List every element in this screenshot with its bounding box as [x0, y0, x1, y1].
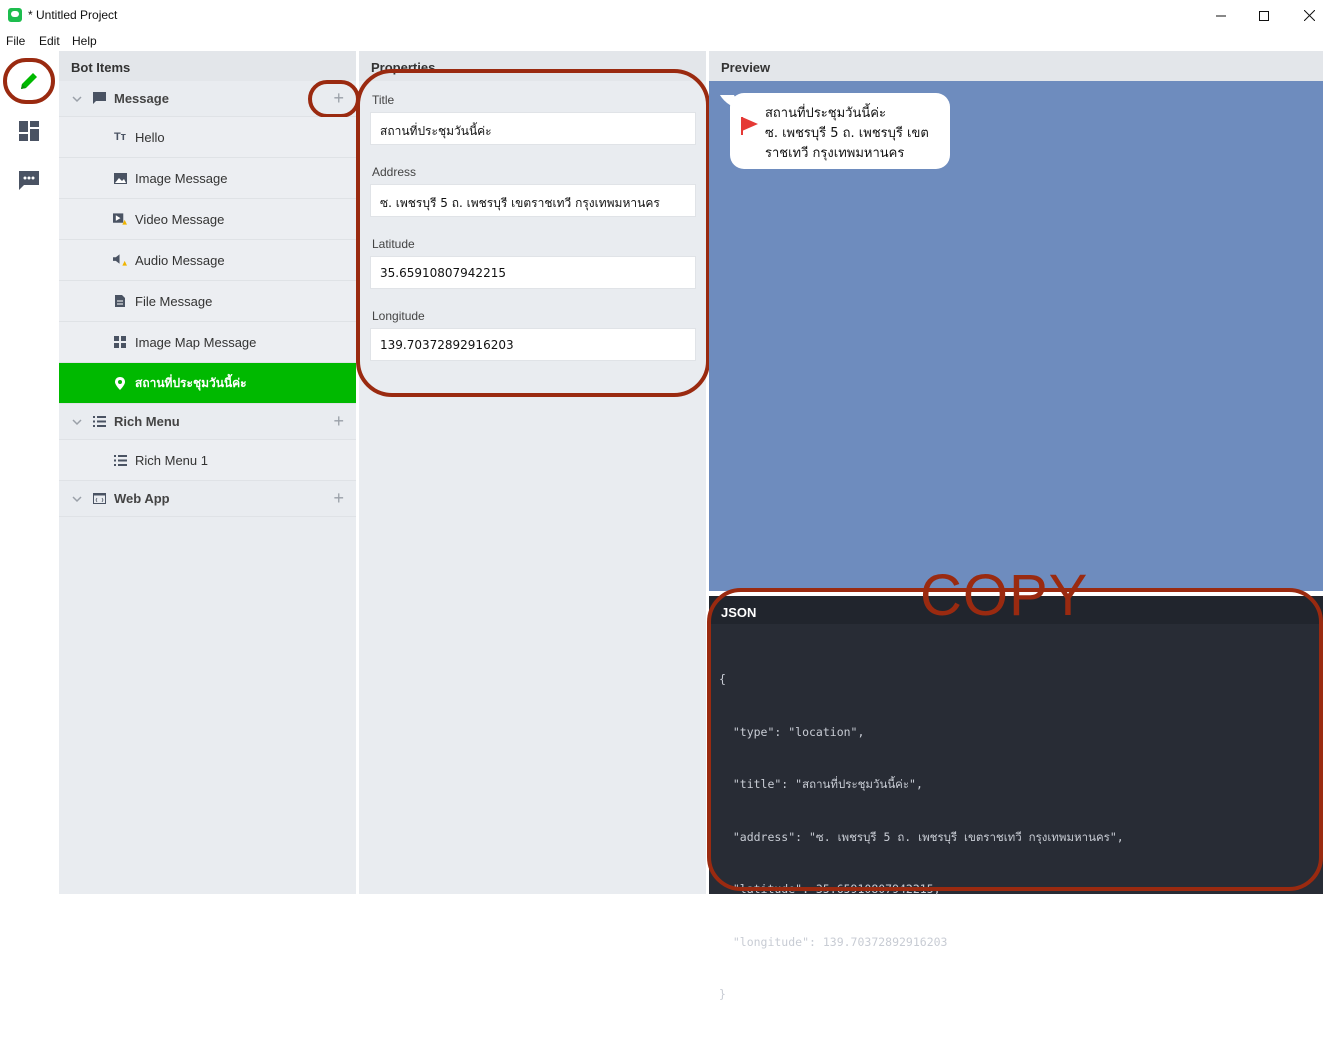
copy-annotation: COPY [920, 563, 1089, 628]
tree-group-label: Rich Menu [114, 414, 180, 429]
json-line: "longitude": 139.70372892916203 [719, 934, 948, 949]
list-icon [113, 453, 127, 467]
tree-item-location[interactable]: สถานที่ประชุมวันนี้ค่ะ [59, 363, 356, 404]
list-icon [92, 415, 106, 429]
tree-item-label: Image Message [135, 170, 228, 186]
chat-icon [19, 171, 39, 190]
menu-file[interactable]: File [6, 34, 25, 48]
tree-group-web-app[interactable]: Web App + [59, 481, 356, 517]
tree-item-label: Image Map Message [135, 334, 257, 350]
preview-header: Preview [709, 51, 1323, 81]
tree-item-label: Audio Message [135, 252, 225, 268]
webapp-icon [92, 492, 106, 506]
annotation-circle-properties [356, 69, 710, 397]
close-icon [1303, 10, 1315, 21]
add-web-app-button[interactable]: + [333, 488, 344, 509]
menu-edit[interactable]: Edit [39, 34, 60, 48]
menu-bar: File Edit Help [0, 31, 1332, 51]
json-line: } [719, 987, 726, 1001]
bubble-title: สถานที่ประชุมวันนี้ค่ะ [765, 106, 886, 121]
tree-item-video-message[interactable]: Video Message [59, 199, 356, 240]
text-icon: Tт [113, 131, 127, 143]
tree-item-label: File Message [135, 293, 213, 309]
location-bubble[interactable]: สถานที่ประชุมวันนี้ค่ะ ซ. เพชรบุรี 5 ถ. … [730, 93, 950, 169]
location-pin-icon [113, 376, 127, 390]
window-title: * Untitled Project [28, 8, 118, 22]
chevron-down-icon[interactable] [71, 93, 83, 105]
annotation-circle-json [707, 588, 1323, 891]
title-bar: * Untitled Project [0, 0, 1332, 31]
tree-item-label: Rich Menu 1 [135, 452, 208, 468]
chevron-down-icon[interactable] [71, 416, 83, 428]
file-icon [113, 294, 127, 308]
tree-item-rich-menu-1[interactable]: Rich Menu 1 [59, 440, 356, 481]
tree-item-hello[interactable]: Tт Hello [59, 117, 356, 158]
bubble-address-line-2: ราชเทวี กรุงเทพมหานคร [765, 146, 905, 161]
tree-item-label: สถานที่ประชุมวันนี้ค่ะ [135, 375, 247, 390]
location-flag-icon [742, 117, 758, 131]
chevron-down-icon[interactable] [71, 493, 83, 505]
image-icon [113, 171, 127, 185]
tree-item-image-message[interactable]: Image Message [59, 158, 356, 199]
add-rich-menu-button[interactable]: + [333, 411, 344, 432]
tree-item-image-map-message[interactable]: Image Map Message [59, 322, 356, 363]
tree-group-label: Web App [114, 491, 170, 506]
grid-icon [113, 335, 127, 349]
video-warning-icon [113, 212, 127, 226]
tree-item-audio-message[interactable]: Audio Message [59, 240, 356, 281]
tree-item-label: Video Message [135, 211, 225, 227]
audio-warning-icon [113, 253, 127, 267]
rail-item-chat[interactable] [15, 166, 43, 194]
minimize-button[interactable] [1198, 0, 1244, 31]
tree-item-label: Hello [135, 129, 165, 145]
menu-help[interactable]: Help [72, 34, 97, 48]
close-button[interactable] [1286, 0, 1332, 31]
message-icon [92, 92, 106, 106]
tree-item-file-message[interactable]: File Message [59, 281, 356, 322]
annotation-circle-editor [3, 58, 55, 104]
maximize-button[interactable] [1241, 0, 1287, 31]
annotation-circle-add [308, 80, 360, 118]
minimize-icon [1216, 15, 1226, 16]
app-logo-icon [8, 8, 22, 22]
tree-group-label: Message [114, 91, 169, 106]
bubble-address-line-1: ซ. เพชรบุรี 5 ถ. เพชรบุรี เขต [765, 126, 929, 141]
bot-items-header: Bot Items [59, 51, 356, 81]
tree-group-rich-menu[interactable]: Rich Menu + [59, 404, 356, 440]
rail-item-dashboard[interactable] [15, 117, 43, 145]
dashboard-icon [19, 121, 39, 141]
maximize-icon [1259, 10, 1269, 21]
activity-rail [0, 51, 59, 894]
